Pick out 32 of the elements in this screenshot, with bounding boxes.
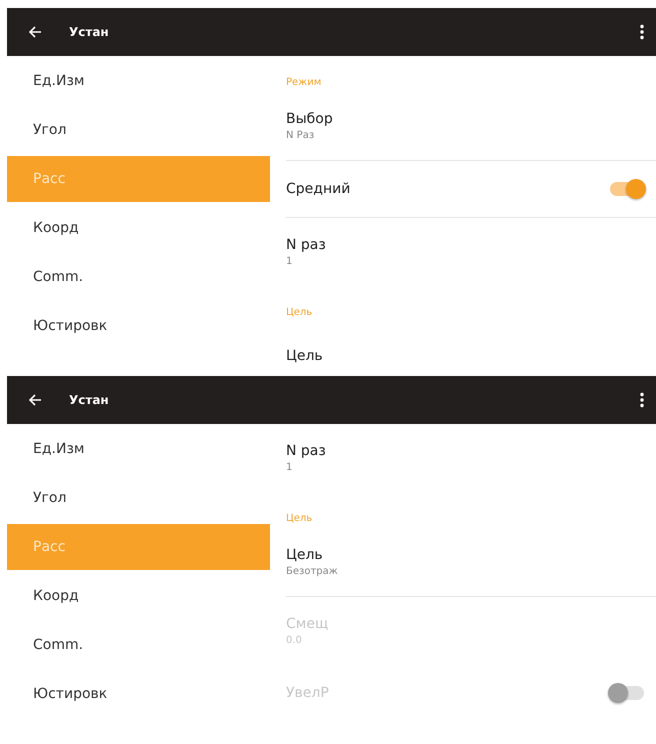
sidebar-item[interactable]: Юстировк bbox=[7, 301, 270, 350]
sidebar-item[interactable]: Угол bbox=[7, 105, 270, 154]
setting-title[interactable]: N раз bbox=[286, 443, 656, 459]
setting-value: 1 bbox=[286, 462, 294, 473]
setting-title[interactable]: Цель bbox=[286, 547, 656, 563]
back-arrow-icon[interactable] bbox=[27, 24, 43, 40]
sidebar-item[interactable]: Comm. bbox=[7, 252, 270, 301]
setting-value: 1 bbox=[286, 256, 294, 267]
setting-value: 0.0 bbox=[286, 635, 303, 646]
section-header: Цель bbox=[286, 513, 312, 524]
setting-value: Безотраж bbox=[286, 566, 339, 577]
back-arrow-icon[interactable] bbox=[27, 392, 43, 408]
setting-title: УвелР bbox=[286, 685, 329, 701]
sidebar-item[interactable]: Угол bbox=[7, 473, 270, 522]
sidebar-item[interactable]: Коорд bbox=[7, 203, 270, 252]
more-options-icon[interactable] bbox=[640, 392, 644, 408]
sidebar-item[interactable]: Юстировк bbox=[7, 669, 270, 718]
screen-title: Устан bbox=[69, 25, 110, 39]
setting-title[interactable]: N раз bbox=[286, 237, 656, 253]
screen-title: Устан bbox=[69, 393, 110, 407]
setting-title[interactable]: Цель bbox=[286, 348, 656, 364]
setting-title: Средний bbox=[286, 181, 350, 197]
setting-title[interactable]: Выбор bbox=[286, 111, 656, 127]
sidebar-item[interactable]: Comm. bbox=[7, 620, 270, 669]
section-header: Режим bbox=[286, 77, 322, 88]
sidebar-item[interactable]: Коорд bbox=[7, 571, 270, 620]
toggle-switch[interactable] bbox=[610, 182, 644, 196]
sidebar-item[interactable]: Ед.Изм bbox=[7, 56, 270, 105]
sidebar-item[interactable]: Ед.Изм bbox=[7, 424, 270, 473]
more-options-icon[interactable] bbox=[640, 24, 644, 40]
section-header: Цель bbox=[286, 307, 312, 318]
setting-value: N Раз bbox=[286, 130, 316, 141]
